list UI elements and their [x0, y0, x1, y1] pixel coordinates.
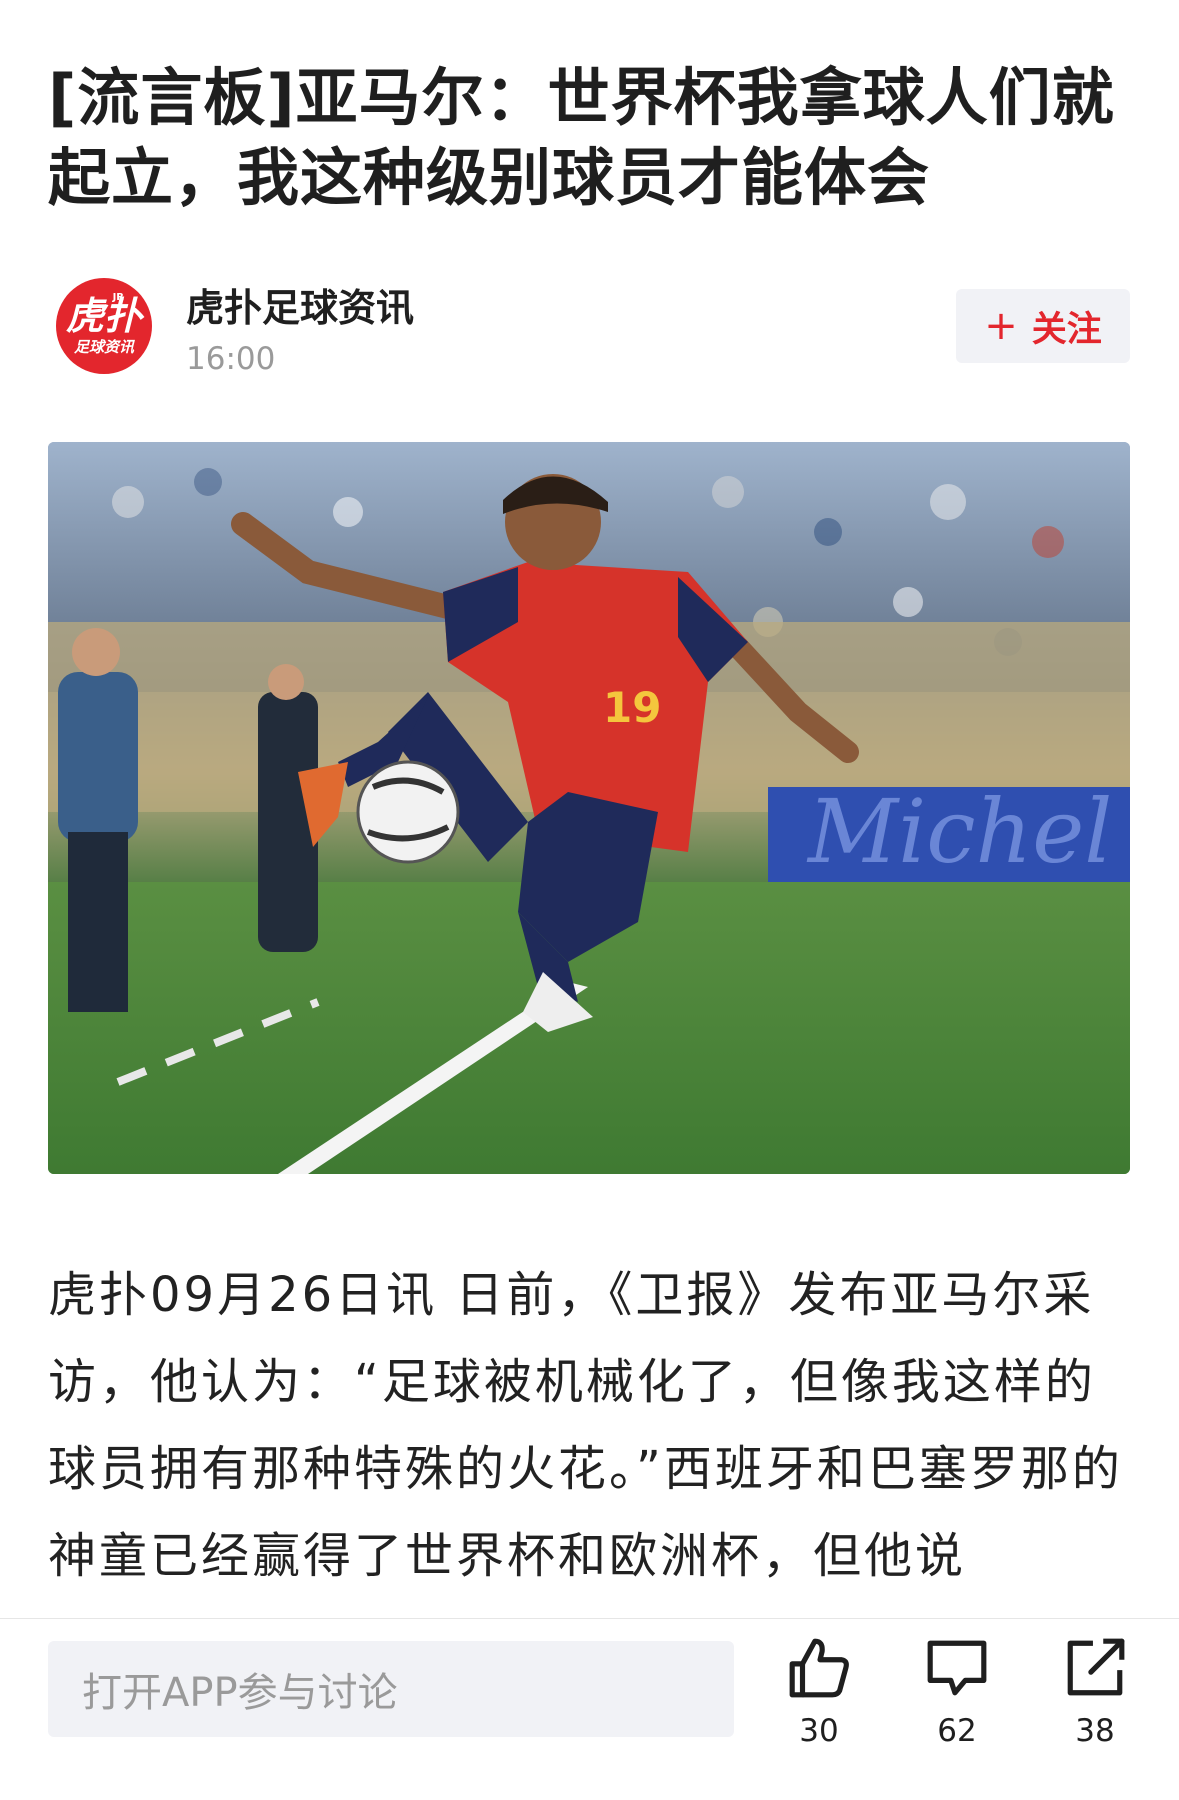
article-hero-image[interactable]: Michel 19 [48, 442, 1130, 1174]
share-icon [1067, 1638, 1125, 1696]
article-title: [流言板]亚马尔：世界杯我拿球人们就起立，我这种级别球员才能体会 [48, 61, 1115, 214]
like-count: 30 [799, 1713, 839, 1749]
article-page: [流言板]亚马尔：世界杯我拿球人们就起立，我这种级别球员才能体会 JR 虎扑 足… [0, 0, 1179, 1800]
author-name[interactable]: 虎扑足球资讯 [186, 284, 414, 332]
avatar-logo-subtext: 足球资讯 [73, 338, 134, 356]
comment-input[interactable]: 打开APP参与讨论 [48, 1641, 734, 1737]
plus-icon: + [984, 303, 1018, 349]
article-body: 虎扑09月26日讯 日前，《卫报》发布亚马尔采访，他认为：“足球被机械化了，但像… [48, 1267, 1123, 1584]
bottom-action-bar: 打开APP参与讨论 30 62 38 [0, 1618, 1179, 1800]
comment-button[interactable]: 62 [902, 1635, 1012, 1765]
comment-bubble-icon [927, 1640, 987, 1696]
hero-photo: Michel 19 [48, 442, 1130, 1174]
banner-text: Michel [806, 780, 1112, 883]
post-time: 16:00 [186, 341, 276, 377]
share-button[interactable]: 38 [1040, 1635, 1150, 1765]
comment-count: 62 [937, 1713, 977, 1749]
author-avatar[interactable]: JR 虎扑 足球资讯 [56, 278, 152, 374]
avatar-tag: JR [112, 292, 124, 303]
follow-label: 关注 [1031, 309, 1102, 350]
avatar-logo-text: 虎扑 [65, 294, 142, 338]
thumbs-up-icon [789, 1638, 849, 1698]
share-count: 38 [1075, 1713, 1115, 1749]
jersey-number: 19 [603, 683, 661, 732]
follow-button[interactable]: + 关注 [956, 289, 1130, 363]
like-button[interactable]: 30 [764, 1635, 874, 1765]
